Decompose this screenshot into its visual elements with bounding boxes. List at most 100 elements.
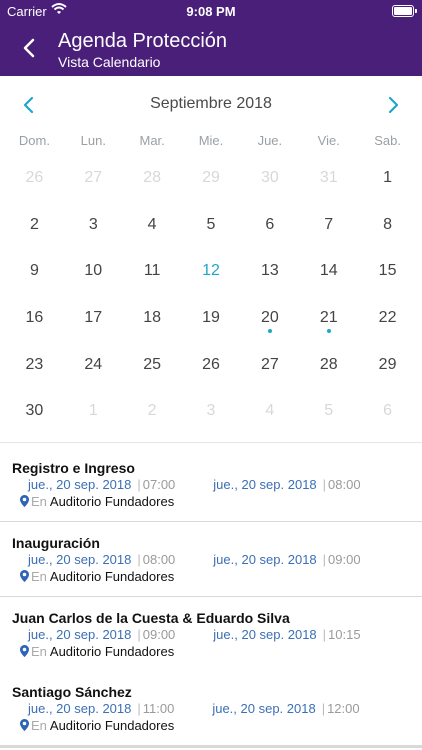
- calendar-day[interactable]: 13: [240, 249, 299, 296]
- event-title: Inauguración: [12, 535, 100, 551]
- start-date: jue., 20 sep. 2018: [28, 701, 132, 716]
- start-time: 11:00: [142, 701, 175, 716]
- calendar-day[interactable]: 26: [182, 343, 241, 390]
- event-schedule: jue., 20 sep. 2018 | 08:00 jue., 20 sep. 20…: [28, 552, 361, 567]
- separator: |: [322, 627, 327, 642]
- separator: |: [137, 477, 141, 492]
- end-time: 12:00: [327, 701, 360, 716]
- weekday-label: Dom.: [18, 133, 50, 148]
- event-card[interactable]: Inauguración jue., 20 sep. 2018 | 08:00 jue…: [0, 522, 422, 599]
- calendar-grid: 26 27 28 29 30 31 1 2 3 4 5 6 7 8 9 10 11 12 13 14 15 16 17 18 1…: [5, 156, 417, 436]
- calendar-day[interactable]: 28: [299, 343, 358, 390]
- event-title: Registro e Ingreso: [12, 460, 135, 476]
- calendar-day[interactable]: 29: [358, 343, 417, 390]
- calendar-day[interactable]: 29: [182, 156, 241, 203]
- back-chevron-icon[interactable]: [18, 36, 42, 60]
- calendar-day[interactable]: 22: [358, 296, 417, 343]
- location-prefix: En: [31, 718, 47, 733]
- calendar-day[interactable]: 8: [358, 203, 417, 250]
- calendar-day[interactable]: 30: [240, 156, 299, 203]
- calendar-day[interactable]: 9: [5, 249, 64, 296]
- event-location: En Auditorio Fundadores: [20, 644, 174, 659]
- start-time: 07:00: [142, 477, 176, 492]
- calendar-day[interactable]: 18: [123, 296, 182, 343]
- weekday-label: Lun.: [80, 133, 106, 148]
- calendar-day-with-event[interactable]: 21: [299, 296, 358, 343]
- end-date: jue., 20 sep. 2018: [213, 552, 317, 567]
- location-prefix: En: [31, 569, 47, 584]
- weekday-header: Dom. Lun. Mar. Mie. Jue. Vie. Sab.: [5, 133, 417, 148]
- location-pin-icon: [20, 645, 29, 657]
- page-title: Agenda Protección: [58, 30, 228, 52]
- separator: |: [322, 552, 327, 567]
- next-month-icon[interactable]: [382, 94, 404, 116]
- divider: [0, 442, 422, 443]
- event-card[interactable]: Juan Carlos de la Cuesta & Eduardo Silva…: [0, 597, 422, 674]
- calendar-day-today[interactable]: 12: [182, 249, 241, 296]
- month-label: Septiembre 2018: [150, 95, 272, 112]
- calendar-day[interactable]: 17: [64, 296, 123, 343]
- calendar-day[interactable]: 15: [358, 249, 417, 296]
- calendar-day[interactable]: 7: [299, 203, 358, 250]
- calendar-day[interactable]: 2: [123, 389, 182, 436]
- calendar-day[interactable]: 1: [358, 156, 417, 203]
- clock: 9:08 PM: [186, 4, 236, 19]
- calendar-day[interactable]: 24: [64, 343, 123, 390]
- page-subtitle: Vista Calendario: [58, 54, 161, 70]
- calendar-day[interactable]: 2: [5, 203, 64, 250]
- calendar-day-with-event[interactable]: 20: [240, 296, 299, 343]
- location-pin-icon: [20, 719, 29, 731]
- calendar-day[interactable]: 6: [240, 203, 299, 250]
- location-name: Auditorio Fundadores: [49, 494, 175, 509]
- event-card[interactable]: Registro e Ingreso jue., 20 sep. 2018 | 07…: [0, 447, 422, 524]
- calendar-day[interactable]: 19: [182, 296, 241, 343]
- separator: |: [137, 552, 141, 567]
- app-header: Carrier 9:08 PM Agenda Protección Vista …: [0, 0, 422, 76]
- calendar-day[interactable]: 31: [299, 156, 358, 203]
- calendar-day[interactable]: 3: [64, 203, 123, 250]
- event-location: En Auditorio Fundadores: [20, 494, 174, 509]
- event-title: Santiago Sánchez: [12, 684, 132, 700]
- weekday-label: Jue.: [257, 133, 283, 148]
- calendar-day[interactable]: 5: [299, 389, 358, 436]
- end-date: jue., 20 sep. 2018: [212, 701, 316, 716]
- calendar-day[interactable]: 1: [64, 389, 123, 436]
- event-schedule: jue., 20 sep. 2018 | 11:00 jue., 20 sep. 20…: [28, 701, 360, 716]
- calendar-day[interactable]: 30: [5, 389, 64, 436]
- calendar-day[interactable]: 23: [5, 343, 64, 390]
- calendar-day[interactable]: 4: [123, 203, 182, 250]
- separator: |: [137, 627, 141, 642]
- event-card[interactable]: Santiago Sánchez jue., 20 sep. 2018 | 11:0…: [0, 671, 422, 748]
- separator: |: [322, 477, 327, 492]
- location-prefix: En: [31, 644, 47, 659]
- calendar-day[interactable]: 4: [240, 389, 299, 436]
- location-pin-icon: [20, 570, 29, 582]
- calendar-day[interactable]: 25: [123, 343, 182, 390]
- calendar-day[interactable]: 16: [5, 296, 64, 343]
- calendar-day[interactable]: 10: [64, 249, 123, 296]
- calendar-day[interactable]: 14: [299, 249, 358, 296]
- calendar-day[interactable]: 3: [182, 389, 241, 436]
- start-date: jue., 20 sep. 2018: [28, 477, 132, 492]
- calendar-day[interactable]: 27: [240, 343, 299, 390]
- end-time: 10:15: [328, 627, 361, 642]
- status-bar: Carrier 9:08 PM: [0, 0, 422, 22]
- location-name: Auditorio Fundadores: [49, 569, 175, 584]
- calendar-day[interactable]: 5: [182, 203, 241, 250]
- start-date: jue., 20 sep. 2018: [28, 627, 132, 642]
- separator: |: [137, 701, 141, 716]
- location-prefix: En: [31, 494, 47, 509]
- event-schedule: jue., 20 sep. 2018 | 07:00 jue., 20 sep. 20…: [28, 477, 361, 492]
- start-date: jue., 20 sep. 2018: [28, 552, 132, 567]
- month-navigation: Septiembre 2018: [0, 88, 422, 120]
- weekday-label: Mar.: [139, 133, 165, 148]
- end-date: jue., 20 sep. 2018: [213, 627, 317, 642]
- calendar-day[interactable]: 11: [123, 249, 182, 296]
- calendar-day[interactable]: 27: [64, 156, 123, 203]
- calendar-day[interactable]: 28: [123, 156, 182, 203]
- separator: |: [321, 701, 326, 716]
- calendar-day[interactable]: 26: [5, 156, 64, 203]
- location-pin-icon: [20, 495, 29, 507]
- location-name: Auditorio Fundadores: [49, 718, 175, 733]
- calendar-day[interactable]: 6: [358, 389, 417, 436]
